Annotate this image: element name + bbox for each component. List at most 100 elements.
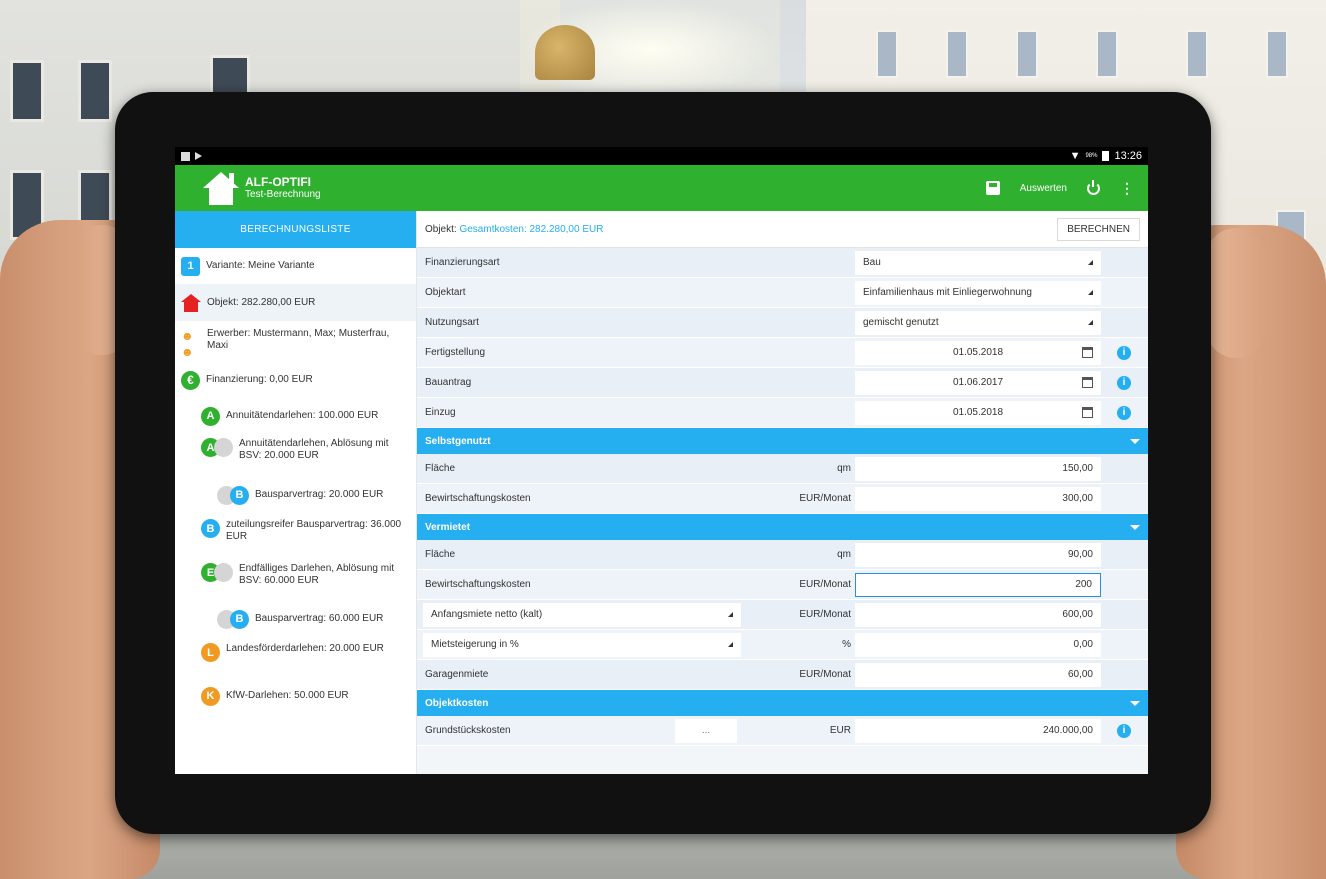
- chevron-down-icon: [1130, 438, 1140, 444]
- form-row-area: Fläche qm 90,00: [417, 540, 1148, 570]
- status-bar: ▼ 98% 13:26: [175, 147, 1148, 165]
- savings-contract-icon: B: [217, 485, 249, 505]
- info-icon[interactable]: i: [1117, 375, 1131, 390]
- land-costs-input[interactable]: 240.000,00: [855, 718, 1101, 743]
- wifi-icon: ▼: [1069, 150, 1081, 162]
- usage-type-select[interactable]: gemischt genutzt: [855, 310, 1101, 335]
- rent-increase-input[interactable]: 0,00: [855, 632, 1101, 657]
- sidebar-item-label: Annuitätendarlehen: 100.000 EUR: [226, 410, 379, 421]
- sidebar-item-savings-contract[interactable]: B Bausparvertrag: 20.000 EUR: [175, 477, 416, 513]
- clock: 13:26: [1114, 150, 1142, 162]
- chevron-down-icon: [1130, 700, 1140, 706]
- form-row-rent-increase: Mietsteigerung in % % 0,00: [417, 630, 1148, 660]
- area-input[interactable]: 90,00: [855, 542, 1101, 567]
- sidebar-item-label: Endfälliges Darlehen, Ablösung mit BSV: …: [239, 563, 395, 586]
- form-row-area: Fläche qm 150,00: [417, 454, 1148, 484]
- field-label: Bewirtschaftungskosten: [425, 579, 531, 590]
- field-label: Bewirtschaftungskosten: [425, 493, 531, 504]
- calendar-icon[interactable]: [1082, 407, 1093, 418]
- field-unit: EUR/Monat: [799, 493, 851, 504]
- building-application-date-field[interactable]: 01.06.2017: [855, 370, 1101, 395]
- field-label: Finanzierungsart: [425, 257, 500, 268]
- loan-type-icon: A: [201, 438, 233, 457]
- calendar-icon[interactable]: [1082, 347, 1093, 358]
- people-icon: ☻☻: [181, 329, 194, 359]
- sidebar-item-label: zuteilungsreifer Bausparvertrag: 36.000 …: [226, 519, 402, 542]
- sidebar-item-buyer[interactable]: ☻☻ Erwerber: Mustermann, Max; Musterfrau…: [175, 321, 416, 361]
- field-label: Garagenmiete: [425, 669, 489, 680]
- sidebar-item-state-loan[interactable]: L Landesförderdarlehen: 20.000 EUR: [175, 637, 416, 681]
- sidebar-item-label: Bausparvertrag: 60.000 EUR: [255, 613, 384, 624]
- sidebar-item-savings-contract[interactable]: B zuteilungsreifer Bausparvertrag: 36.00…: [175, 513, 416, 557]
- loan-type-icon: L: [201, 643, 220, 662]
- object-type-select[interactable]: Einfamilienhaus mit Einliegerwohnung: [855, 280, 1101, 305]
- evaluate-button[interactable]: Auswerten: [1020, 183, 1067, 194]
- house-logo-icon: [203, 170, 239, 206]
- object-rows: Finanzierungsart Bau Objektart Einfamili…: [417, 248, 1148, 428]
- form-row-completion-date: Fertigstellung 01.05.2018 i: [417, 338, 1148, 368]
- app-actions: Auswerten ⋮: [985, 179, 1134, 197]
- rent-type-select[interactable]: Anfangsmiete netto (kalt): [423, 602, 741, 627]
- tablet-device: ▼ 98% 13:26 ALF-OPTIFI Test-Berechnung A…: [115, 92, 1211, 834]
- operating-costs-input[interactable]: 300,00: [855, 486, 1101, 511]
- sidebar-item-variant[interactable]: 1 Variante: Meine Variante: [175, 248, 416, 284]
- background-window: [78, 60, 112, 122]
- section-header-object-costs[interactable]: Objektkosten: [417, 690, 1148, 716]
- variant-number-icon: 1: [181, 256, 200, 276]
- app-subtitle: Test-Berechnung: [245, 188, 321, 200]
- field-label: Einzug: [425, 407, 456, 418]
- power-icon[interactable]: [1087, 179, 1100, 195]
- app-title: ALF-OPTIFI: [245, 174, 311, 189]
- chevron-down-icon: [1130, 524, 1140, 530]
- info-icon[interactable]: i: [1117, 723, 1131, 738]
- sidebar-item-loan[interactable]: A Annuitätendarlehen: 100.000 EUR: [175, 399, 416, 433]
- completion-date-field[interactable]: 01.05.2018: [855, 340, 1101, 365]
- info-icon[interactable]: i: [1117, 345, 1131, 360]
- sidebar-item-savings-contract[interactable]: B Bausparvertrag: 60.000 EUR: [175, 601, 416, 637]
- dropdown-triangle-icon: [1088, 260, 1093, 265]
- section-header-owner-occupied[interactable]: Selbstgenutzt: [417, 428, 1148, 454]
- background-window: [876, 30, 898, 78]
- form-row-land-costs: Grundstückskosten ... EUR 240.000,00 i: [417, 716, 1148, 746]
- calculate-button[interactable]: BERECHNEN: [1057, 217, 1140, 241]
- form-row-object-type: Objektart Einfamilienhaus mit Einliegerw…: [417, 278, 1148, 308]
- sidebar-item-financing[interactable]: € Finanzierung: 0,00 EUR: [175, 361, 416, 399]
- info-icon[interactable]: i: [1117, 405, 1131, 420]
- save-icon[interactable]: [985, 181, 1000, 195]
- move-in-date-field[interactable]: 01.05.2018: [855, 400, 1101, 425]
- rent-increase-select[interactable]: Mietsteigerung in %: [423, 632, 741, 657]
- form-row-initial-rent: Anfangsmiete netto (kalt) EUR/Monat 600,…: [417, 600, 1148, 630]
- play-icon: [195, 152, 202, 160]
- section-header-rented[interactable]: Vermietet: [417, 514, 1148, 540]
- field-unit: EUR/Monat: [799, 609, 851, 620]
- form-row-garage-rent: Garagenmiete EUR/Monat 60,00: [417, 660, 1148, 690]
- background-window: [1096, 30, 1118, 78]
- area-input[interactable]: 150,00: [855, 456, 1101, 481]
- background-window: [210, 55, 250, 95]
- calculation-list-sidebar: BERECHNUNGSLISTE 1 Variante: Meine Varia…: [175, 211, 417, 774]
- garage-rent-input[interactable]: 60,00: [855, 662, 1101, 687]
- background-window: [1266, 30, 1288, 78]
- operating-costs-input[interactable]: 200: [855, 572, 1101, 597]
- sidebar-item-loan[interactable]: A Annuitätendarlehen, Ablösung mit BSV: …: [175, 433, 416, 477]
- sidebar-item-label: KfW-Darlehen: 50.000 EUR: [226, 690, 349, 701]
- form-row-usage-type: Nutzungsart gemischt genutzt: [417, 308, 1148, 338]
- field-label: Fläche: [425, 549, 456, 560]
- financing-type-select[interactable]: Bau: [855, 250, 1101, 275]
- land-costs-details-button[interactable]: ...: [675, 718, 737, 743]
- initial-rent-input[interactable]: 600,00: [855, 602, 1101, 627]
- sidebar-item-object[interactable]: Objekt: 282.280,00 EUR: [175, 284, 416, 321]
- app-brand: ALF-OPTIFI Test-Berechnung: [203, 170, 321, 206]
- savings-contract-icon: B: [217, 609, 249, 629]
- sidebar-item-label: Annuitätendarlehen, Ablösung mit BSV: 20…: [239, 438, 389, 461]
- field-unit: EUR/Monat: [799, 669, 851, 680]
- field-label: Grundstückskosten: [425, 725, 511, 736]
- sidebar-item-loan[interactable]: E Endfälliges Darlehen, Ablösung mit BSV…: [175, 557, 416, 601]
- sidebar-item-kfw-loan[interactable]: K KfW-Darlehen: 50.000 EUR: [175, 681, 416, 711]
- euro-icon: €: [181, 370, 200, 390]
- calendar-icon[interactable]: [1082, 377, 1093, 388]
- more-icon[interactable]: ⋮: [1120, 180, 1134, 197]
- sidebar-header[interactable]: BERECHNUNGSLISTE: [175, 211, 416, 248]
- dropdown-triangle-icon: [1088, 320, 1093, 325]
- field-label: Fläche: [425, 463, 456, 474]
